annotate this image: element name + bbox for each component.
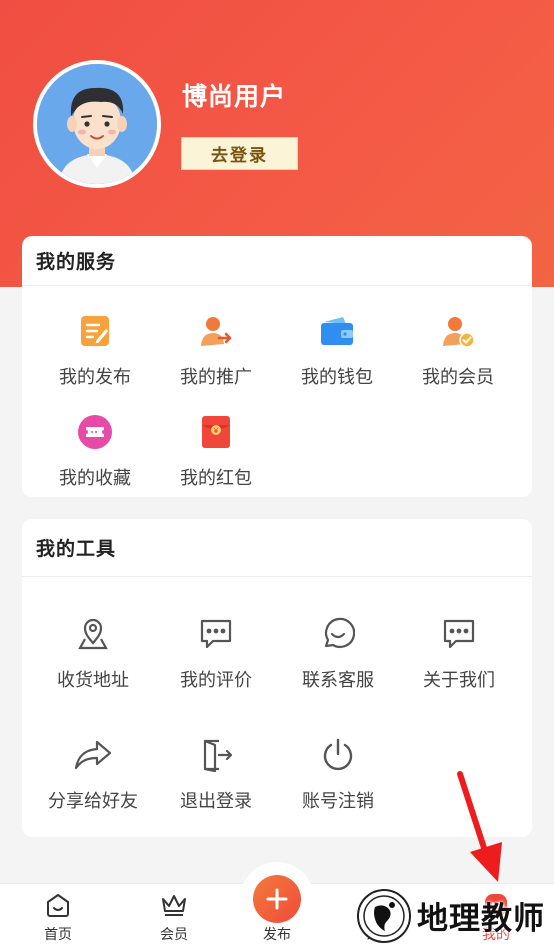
service-label: 我的收藏 [59, 468, 131, 489]
power-icon [318, 735, 358, 775]
tool-item-reviews[interactable]: 我的评价 [156, 614, 276, 692]
service-item-favorites[interactable]: 我的收藏 [35, 412, 155, 490]
share-arrow-icon [73, 735, 113, 775]
tool-item-share[interactable]: 分享给好友 [33, 735, 153, 813]
member-badge-icon [438, 311, 478, 351]
tool-label: 账号注销 [302, 791, 374, 812]
services-title: 我的服务 [22, 236, 532, 286]
tab-label: 首页 [44, 927, 72, 943]
tool-item-support[interactable]: 联系客服 [278, 614, 398, 692]
watermark: 地理教师 [357, 880, 554, 951]
edit-note-icon [75, 311, 115, 351]
service-item-promote[interactable]: 我的推广 [156, 311, 276, 389]
username: 博尚用户 [182, 82, 287, 111]
service-label: 我的红包 [180, 468, 252, 489]
globe-logo-icon [357, 888, 411, 943]
red-packet-icon: ¥ [196, 412, 236, 452]
service-label: 我的钱包 [301, 367, 373, 388]
tool-label: 联系客服 [302, 670, 374, 691]
user-share-icon [196, 311, 236, 351]
service-label: 我的会员 [422, 367, 494, 388]
tool-item-logout[interactable]: 退出登录 [156, 735, 276, 813]
svg-text:¥: ¥ [214, 427, 219, 435]
home-icon [47, 894, 69, 917]
favorite-ticket-icon [75, 412, 115, 452]
services-card: 我的服务 我的发布 我的推广 我的钱包 我的会员 我的收藏 ¥ 我的红包 [22, 236, 532, 497]
service-item-wallet[interactable]: 我的钱包 [277, 311, 397, 389]
service-item-publish[interactable]: 我的发布 [35, 311, 155, 389]
publish-label: 发布 [263, 927, 291, 943]
tab-home[interactable]: 首页 [18, 892, 98, 944]
service-label: 我的发布 [59, 367, 131, 388]
logout-door-icon [196, 735, 236, 775]
service-item-member[interactable]: 我的会员 [398, 311, 518, 389]
info-chat-icon [439, 614, 479, 654]
service-item-red-packet[interactable]: ¥ 我的红包 [156, 412, 276, 490]
customer-service-icon [318, 614, 358, 654]
tool-label: 我的评价 [180, 670, 252, 691]
tool-label: 分享给好友 [48, 791, 138, 812]
tool-label: 收货地址 [57, 670, 129, 691]
publish-button[interactable] [253, 875, 301, 923]
tools-title: 我的工具 [22, 519, 532, 577]
tool-item-address[interactable]: 收货地址 [33, 614, 153, 692]
login-button[interactable]: 去登录 [181, 137, 298, 170]
tool-label: 退出登录 [180, 791, 252, 812]
comment-icon [196, 614, 236, 654]
tool-item-about[interactable]: 关于我们 [399, 614, 519, 692]
location-pin-icon [73, 614, 113, 654]
tab-label: 会员 [160, 927, 188, 943]
tool-label: 关于我们 [423, 670, 495, 691]
plus-icon [266, 888, 288, 910]
service-label: 我的推广 [180, 367, 252, 388]
crown-icon [162, 895, 186, 916]
user-avatar-icon [37, 64, 157, 184]
avatar[interactable] [33, 60, 161, 188]
tool-item-delete-account[interactable]: 账号注销 [278, 735, 398, 813]
wallet-icon [317, 311, 357, 351]
tab-member[interactable]: 会员 [134, 892, 214, 944]
watermark-text: 地理教师 [417, 901, 545, 937]
annotation-arrow-icon [457, 771, 502, 882]
